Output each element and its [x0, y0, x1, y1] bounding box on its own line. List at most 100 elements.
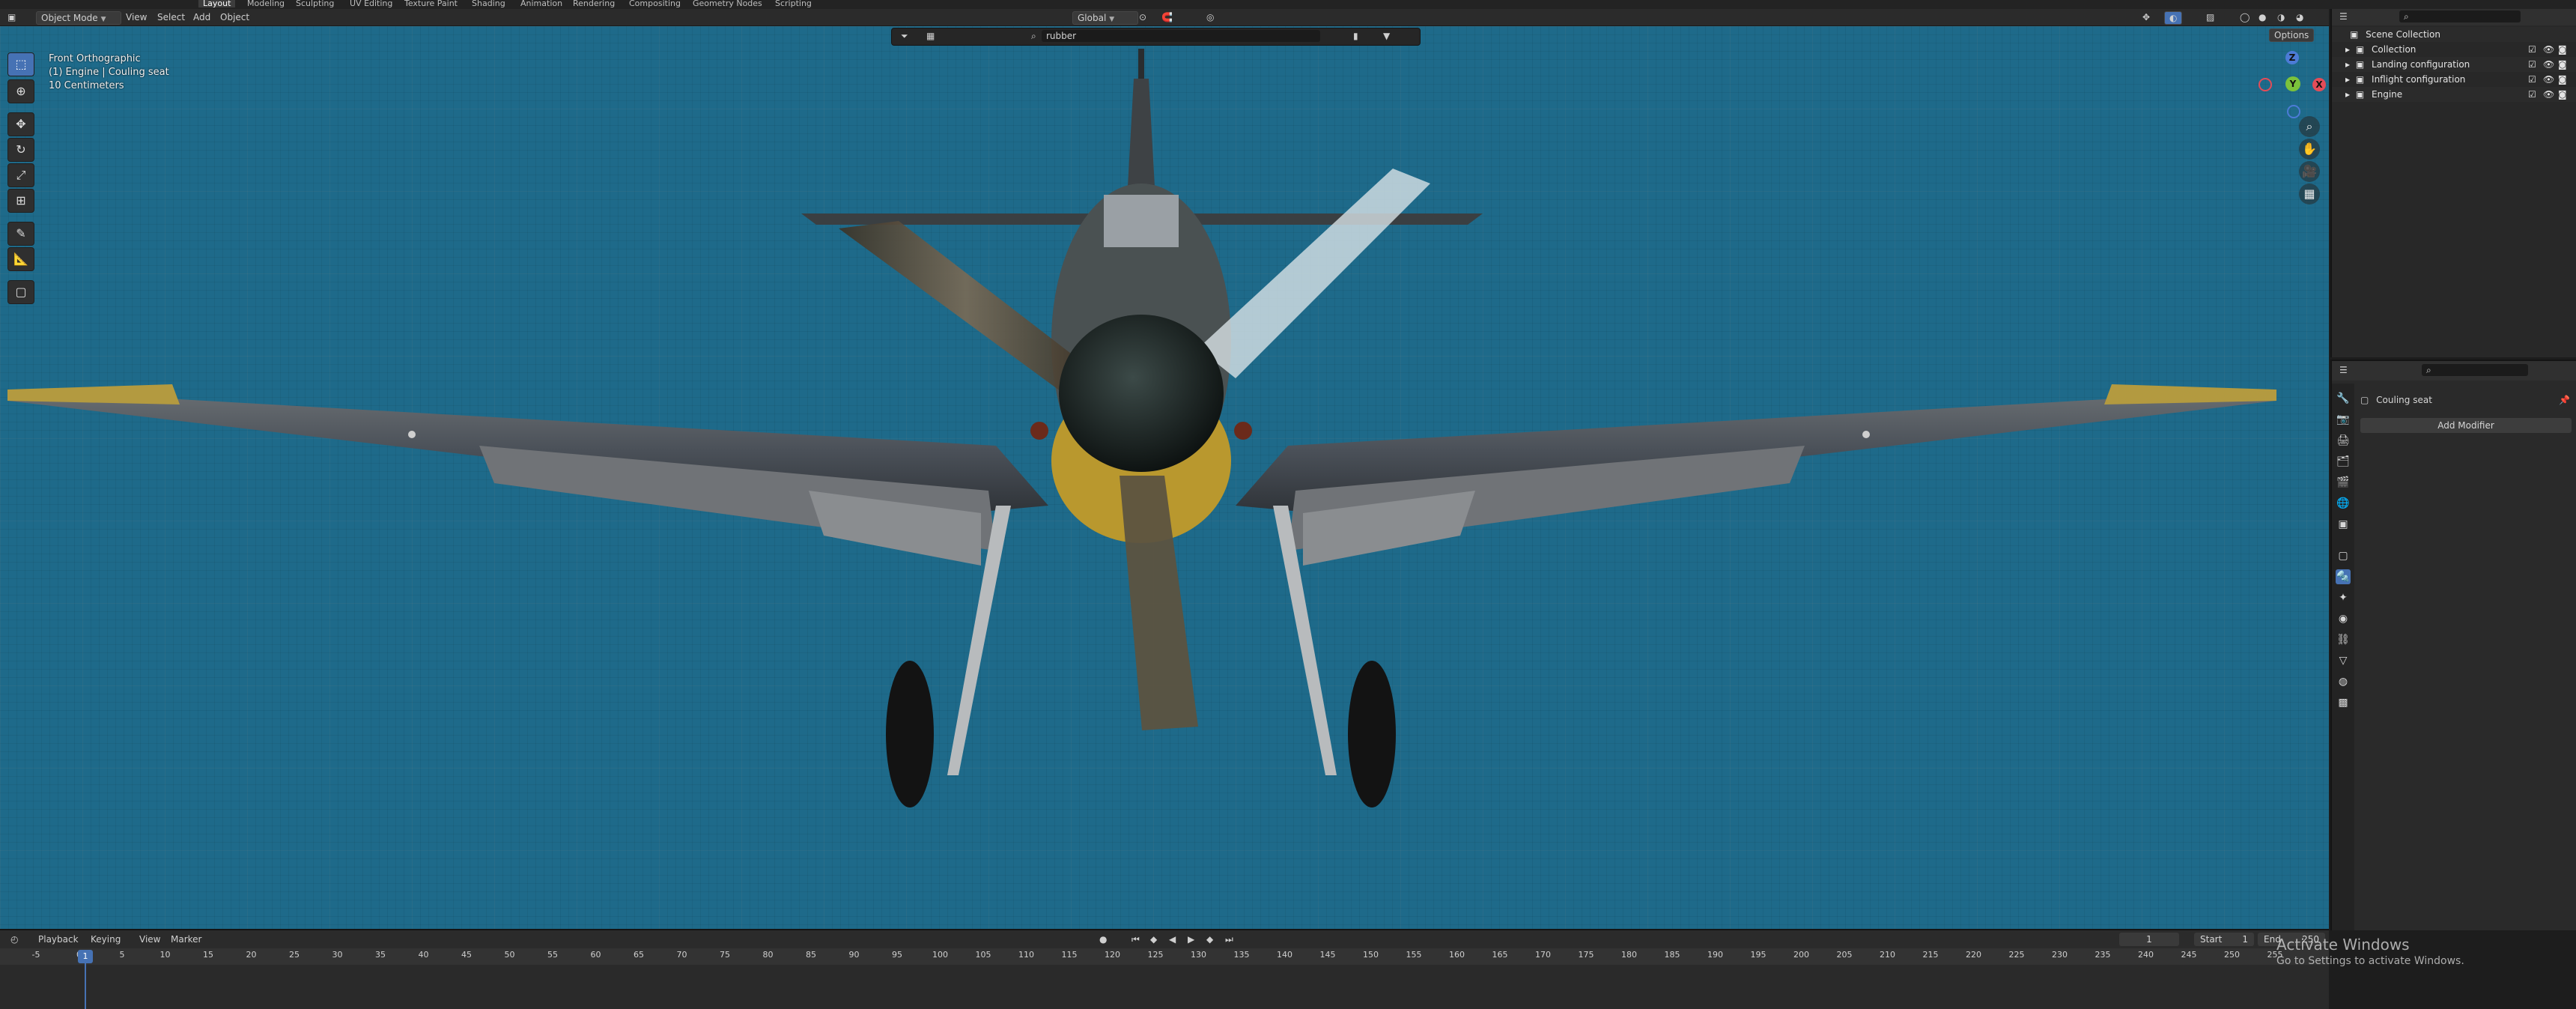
- tab-shading[interactable]: Shading: [472, 0, 505, 7]
- rotate-tool-icon[interactable]: ↻: [7, 138, 34, 162]
- add-cube-tool-icon[interactable]: ▢: [7, 280, 34, 304]
- record-icon[interactable]: ●: [1095, 933, 1111, 945]
- measure-tool-icon[interactable]: 📐: [7, 247, 34, 271]
- start-frame-field[interactable]: Start 1: [2194, 933, 2254, 946]
- texture-tab-icon[interactable]: ▩: [2336, 695, 2351, 710]
- add-modifier-button[interactable]: Add Modifier: [2360, 418, 2572, 433]
- menu-select[interactable]: Select: [153, 11, 189, 23]
- shading-material-icon[interactable]: ◑: [2273, 11, 2289, 23]
- pin-icon[interactable]: 📌: [2559, 393, 2570, 407]
- checkbox-icon[interactable]: ☑: [2528, 42, 2536, 57]
- play-reverse-icon[interactable]: ◀: [1164, 933, 1180, 945]
- eye-icon[interactable]: 👁: [2543, 87, 2554, 102]
- move-tool-icon[interactable]: ✥: [7, 112, 34, 136]
- gizmo-x-axis[interactable]: X: [2312, 78, 2326, 91]
- filter-icon[interactable]: ⏷: [896, 30, 913, 42]
- options-button[interactable]: Options: [2269, 28, 2315, 42]
- output-tab-icon[interactable]: 🖨: [2336, 433, 2351, 448]
- menu-object[interactable]: Object: [216, 11, 254, 23]
- outliner-scene-collection[interactable]: ▣ Scene Collection: [2332, 27, 2576, 42]
- jump-start-icon[interactable]: ⏮: [1127, 933, 1144, 945]
- annotate-tool-icon[interactable]: ✎: [7, 222, 34, 246]
- tab-texture-paint[interactable]: Texture Paint: [404, 0, 458, 7]
- playhead[interactable]: 1: [78, 950, 93, 963]
- gizmo-neg-x[interactable]: [2258, 78, 2272, 91]
- tab-rendering[interactable]: Rendering: [573, 0, 615, 7]
- tab-compositing[interactable]: Compositing: [629, 0, 681, 7]
- physics-tab-icon[interactable]: ◉: [2336, 611, 2351, 626]
- 3d-viewport[interactable]: [0, 26, 2329, 929]
- particles-tab-icon[interactable]: ✦: [2336, 590, 2351, 605]
- camera-icon[interactable]: 🎥: [2299, 161, 2320, 182]
- prev-keyframe-icon[interactable]: ◆: [1146, 933, 1161, 945]
- outliner-item-collection[interactable]: ▸ ▣ Collection ☑ 👁 ◙: [2332, 42, 2576, 57]
- gizmo-y-axis[interactable]: Y: [2285, 76, 2300, 91]
- properties-object-name[interactable]: Couling seat: [2376, 395, 2432, 405]
- properties-search-input[interactable]: ⌕: [2422, 364, 2528, 376]
- view-layer-tab-icon[interactable]: 🗂: [2336, 454, 2351, 469]
- bookmark-icon[interactable]: ▮: [1349, 30, 1363, 42]
- checkbox-icon[interactable]: ☑: [2528, 57, 2536, 72]
- shading-rendered-icon[interactable]: ◕: [2291, 11, 2308, 23]
- grid-view-icon[interactable]: ▦: [2299, 184, 2320, 204]
- tab-sculpting[interactable]: Sculpting: [296, 0, 334, 7]
- scene-tab-icon[interactable]: 🎬: [2336, 475, 2351, 490]
- outliner-search-input[interactable]: ⌕: [2399, 10, 2521, 22]
- next-keyframe-icon[interactable]: ◆: [1202, 933, 1218, 945]
- pivot-icon[interactable]: ⊙: [1134, 11, 1151, 23]
- checkbox-icon[interactable]: ☑: [2528, 87, 2536, 102]
- tab-uv-editing[interactable]: UV Editing: [350, 0, 392, 7]
- mode-dropdown[interactable]: Object Mode ▼: [36, 11, 121, 25]
- cursor-tool-icon[interactable]: ⊕: [7, 79, 34, 103]
- camera-icon[interactable]: ◙: [2558, 72, 2567, 87]
- editor-type-icon[interactable]: ☰: [2335, 364, 2352, 376]
- data-tab-icon[interactable]: ▽: [2336, 653, 2351, 668]
- material-tab-icon[interactable]: ◍: [2336, 674, 2351, 689]
- editor-type-icon[interactable]: ☰: [2335, 10, 2352, 22]
- object-types-icon[interactable]: ▦: [922, 30, 939, 42]
- eye-icon[interactable]: 👁: [2543, 42, 2554, 57]
- constraints-tab-icon[interactable]: ⛓: [2336, 632, 2351, 647]
- camera-icon[interactable]: ◙: [2558, 42, 2567, 57]
- shading-solid-icon[interactable]: ●: [2254, 11, 2270, 23]
- zoom-icon[interactable]: ⌕: [2299, 116, 2320, 137]
- outliner-item-landing-configuration[interactable]: ▸ ▣ Landing configuration ☑ 👁 ◙: [2332, 57, 2576, 72]
- menu-view[interactable]: View: [121, 11, 151, 23]
- tab-modeling[interactable]: Modeling: [247, 0, 285, 7]
- overlay-toggle-icon[interactable]: ◐: [2164, 11, 2183, 25]
- search-input[interactable]: rubber: [1042, 30, 1320, 42]
- menu-add[interactable]: Add: [189, 11, 215, 23]
- tab-animation[interactable]: Animation: [520, 0, 562, 7]
- menu-playback[interactable]: Playback: [34, 933, 83, 945]
- outliner-item-inflight-configuration[interactable]: ▸ ▣ Inflight configuration ☑ 👁 ◙: [2332, 72, 2576, 87]
- collection-tab-icon[interactable]: ▣: [2336, 517, 2351, 532]
- world-tab-icon[interactable]: 🌐: [2336, 496, 2351, 511]
- modifier-tab-icon[interactable]: 🔩: [2336, 569, 2351, 584]
- select-box-tool-icon[interactable]: ⬚: [7, 52, 34, 76]
- menu-marker[interactable]: Marker: [166, 933, 206, 945]
- eye-icon[interactable]: 👁: [2543, 57, 2554, 72]
- tab-layout[interactable]: Layout: [198, 0, 236, 7]
- funnel-icon[interactable]: ▼: [1379, 30, 1394, 42]
- timeline-ruler[interactable]: -505101520253035404550556065707580859095…: [0, 948, 2329, 965]
- scale-tool-icon[interactable]: ⤢: [7, 163, 34, 187]
- xray-icon[interactable]: ▨: [2202, 11, 2219, 23]
- proportional-edit-icon[interactable]: ◎: [1202, 11, 1218, 23]
- camera-icon[interactable]: ◙: [2558, 87, 2567, 102]
- shading-wire-icon[interactable]: ◯: [2235, 11, 2254, 23]
- checkbox-icon[interactable]: ☑: [2528, 72, 2536, 87]
- tool-tab-icon[interactable]: 🔧: [2336, 391, 2351, 406]
- object-tab-icon[interactable]: ▢: [2336, 548, 2351, 563]
- gizmo-z-axis[interactable]: Z: [2285, 51, 2299, 64]
- editor-type-icon[interactable]: ◴: [6, 933, 22, 945]
- current-frame-input[interactable]: 1: [2119, 933, 2179, 946]
- transform-orientation-dropdown[interactable]: Global ▼: [1072, 11, 1138, 25]
- play-icon[interactable]: ▶: [1183, 933, 1199, 945]
- eye-icon[interactable]: 👁: [2543, 72, 2554, 87]
- transform-tool-icon[interactable]: ⊞: [7, 189, 34, 213]
- menu-keying[interactable]: Keying: [86, 933, 125, 945]
- gizmo-neg-z[interactable]: [2287, 105, 2300, 118]
- editor-type-icon[interactable]: ▣: [3, 11, 20, 23]
- snap-icon[interactable]: 🧲: [1157, 11, 1177, 23]
- jump-end-icon[interactable]: ⏭: [1221, 933, 1238, 945]
